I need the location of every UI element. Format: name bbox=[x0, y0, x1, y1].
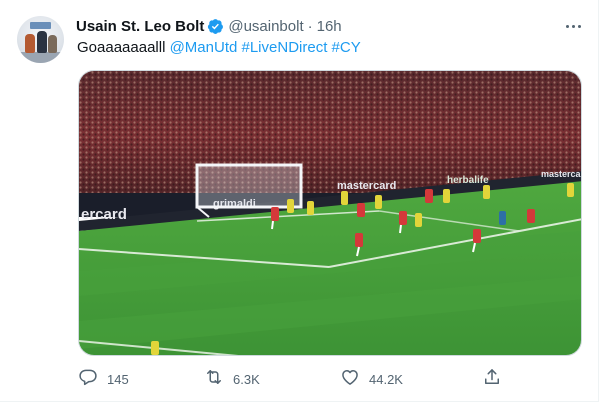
tweet-actions: 145 6.3K 44.2K bbox=[72, 366, 512, 392]
dot bbox=[571, 24, 575, 28]
display-name[interactable]: Usain St. Leo Bolt bbox=[76, 18, 204, 35]
dot bbox=[565, 24, 569, 28]
ad-board-text: mastercard bbox=[541, 169, 582, 179]
tweet-header: Usain St. Leo Bolt @usainbolt · 16h bbox=[76, 16, 342, 36]
tweet-text-plain: Goaaaaaaalll bbox=[77, 39, 170, 56]
ad-board-text: mastercard bbox=[337, 180, 396, 192]
avatar-person bbox=[48, 35, 57, 53]
verified-badge-icon bbox=[207, 18, 224, 35]
hashtag-livendirect[interactable]: #LiveNDirect bbox=[242, 39, 328, 56]
avatar-person bbox=[37, 31, 47, 53]
retweet-count: 6.3K bbox=[233, 371, 260, 387]
heart-icon bbox=[340, 367, 360, 392]
like-button[interactable]: 44.2K bbox=[340, 366, 403, 392]
tweet-timestamp[interactable]: 16h bbox=[317, 18, 342, 35]
like-count: 44.2K bbox=[369, 371, 403, 387]
ad-board-text: ercard bbox=[81, 206, 127, 223]
reply-button[interactable]: 145 bbox=[78, 366, 129, 392]
avatar-floor bbox=[17, 52, 64, 63]
reply-count: 145 bbox=[107, 371, 129, 387]
tweet-video[interactable]: ercard mastercard herbalife mastercard g… bbox=[78, 70, 582, 356]
retweet-icon bbox=[204, 367, 224, 392]
share-icon bbox=[482, 367, 502, 392]
retweet-button[interactable]: 6.3K bbox=[204, 366, 260, 392]
more-dots-icon[interactable] bbox=[560, 16, 586, 36]
user-handle[interactable]: @usainbolt bbox=[228, 18, 303, 35]
hashtag-cy[interactable]: #CY bbox=[332, 39, 361, 56]
reply-icon bbox=[78, 367, 98, 392]
tweet-text: Goaaaaaaalll @ManUtd #LiveNDirect #CY bbox=[77, 38, 361, 58]
avatar[interactable] bbox=[17, 16, 64, 63]
avatar-person bbox=[25, 34, 35, 53]
ad-board-text: herbalife bbox=[447, 175, 489, 186]
avatar-sign bbox=[30, 22, 51, 29]
dot bbox=[577, 24, 581, 28]
video-frame: ercard mastercard herbalife mastercard g… bbox=[79, 71, 582, 355]
mention-manutd[interactable]: @ManUtd bbox=[170, 39, 238, 56]
share-button[interactable] bbox=[482, 366, 502, 392]
tweet-card[interactable]: Usain St. Leo Bolt @usainbolt · 16h Goaa… bbox=[0, 0, 599, 402]
separator-dot: · bbox=[307, 17, 313, 35]
